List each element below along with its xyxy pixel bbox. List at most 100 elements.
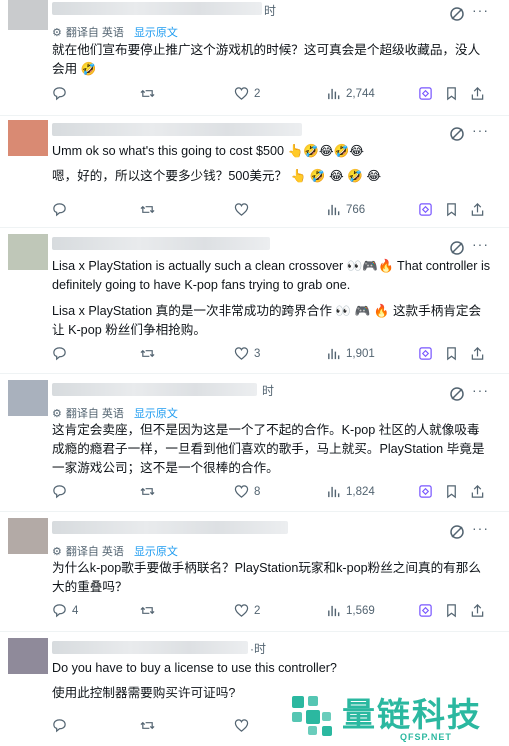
- watermark-subtitle: QFSP.NET: [400, 732, 452, 742]
- grok-icon[interactable]: [449, 386, 465, 402]
- views-button[interactable]: 766: [326, 202, 365, 217]
- views-icon: [328, 605, 340, 617]
- watermark: 量链科技 QFSP.NET: [280, 688, 509, 746]
- retweet-icon: [140, 721, 155, 730]
- grok-button[interactable]: [418, 346, 433, 361]
- watermark-logo: [292, 696, 332, 736]
- grok-icon[interactable]: [449, 6, 465, 22]
- reply-button[interactable]: [52, 86, 72, 101]
- avatar[interactable]: [8, 638, 48, 674]
- more-icon[interactable]: ···: [472, 236, 489, 252]
- views-button[interactable]: 1,824: [326, 484, 375, 499]
- author-name-blurred[interactable]: [52, 521, 288, 534]
- like-button[interactable]: [234, 718, 249, 733]
- grok-button[interactable]: [418, 86, 433, 101]
- more-icon[interactable]: ···: [472, 520, 489, 536]
- reply-button[interactable]: 4: [52, 603, 78, 618]
- grok-button[interactable]: [418, 484, 433, 499]
- timestamp[interactable]: 时: [264, 2, 276, 19]
- reply-button[interactable]: [52, 202, 72, 217]
- reply-tweet[interactable]: ··· Lisa x PlayStation is actually such …: [0, 228, 509, 374]
- more-icon[interactable]: ···: [472, 122, 489, 138]
- views-icon: [328, 348, 340, 360]
- reply-icon: [53, 719, 66, 733]
- tweet-line: Lisa x PlayStation is actually such a cl…: [52, 259, 491, 292]
- reply-button[interactable]: [52, 484, 72, 499]
- share-button[interactable]: [470, 346, 485, 361]
- heart-icon: [234, 485, 249, 498]
- show-original-link[interactable]: 显示原文: [134, 543, 178, 559]
- tweet-actions: 3 1,901: [52, 346, 492, 364]
- more-icon[interactable]: ···: [472, 382, 489, 398]
- grok-icon[interactable]: [449, 240, 465, 256]
- bookmark-button[interactable]: [444, 202, 459, 217]
- like-button[interactable]: 8: [234, 484, 260, 499]
- grok-icon: [419, 485, 432, 498]
- share-button[interactable]: [470, 484, 485, 499]
- tweet-text: 为什么k-pop歌手要做手柄联名？PlayStation玩家和k-pop粉丝之间…: [52, 559, 492, 601]
- avatar[interactable]: [8, 518, 48, 554]
- grok-button[interactable]: [418, 603, 433, 618]
- reply-tweet[interactable]: 时 ··· ⚙ 翻译自 英语 显示原文 就在他们宣布要停止推广这个游戏机的时候？…: [0, 0, 509, 116]
- views-button[interactable]: 1,901: [326, 346, 375, 361]
- share-icon: [471, 347, 484, 360]
- bookmark-button[interactable]: [444, 484, 459, 499]
- tweet-line: 就在他们宣布要停止推广这个游戏机的时候？这可真会是个超级收藏品，没人会用 🤣: [52, 43, 481, 76]
- author-name-blurred[interactable]: [52, 123, 302, 136]
- bookmark-button[interactable]: [444, 603, 459, 618]
- retweet-button[interactable]: [140, 484, 160, 499]
- author-name-blurred[interactable]: [52, 2, 262, 15]
- share-button[interactable]: [470, 603, 485, 618]
- retweet-button[interactable]: [140, 718, 155, 733]
- translation-bar: ⚙ 翻译自 英语 显示原文: [52, 543, 178, 559]
- reply-button[interactable]: [52, 718, 67, 733]
- like-count: 2: [254, 87, 261, 100]
- heart-icon: [234, 203, 249, 216]
- tweet-actions: 4 2 1,569: [52, 603, 492, 621]
- heart-icon: [234, 719, 249, 732]
- reply-tweet[interactable]: 时 ··· ⚙ 翻译自 英语 显示原文 这肯定会卖座，但不是因为这是一个了不起的…: [0, 374, 509, 512]
- reply-icon: [53, 347, 66, 361]
- reply-button[interactable]: [52, 346, 72, 361]
- avatar[interactable]: [8, 0, 48, 30]
- reply-tweet[interactable]: ··· ⚙ 翻译自 英语 显示原文 为什么k-pop歌手要做手柄联名？PlayS…: [0, 512, 509, 632]
- bookmark-button[interactable]: [444, 86, 459, 101]
- like-button[interactable]: [234, 202, 254, 217]
- share-button[interactable]: [470, 202, 485, 217]
- like-button[interactable]: 3: [234, 346, 260, 361]
- translation-label: 翻译自 英语: [65, 27, 124, 39]
- like-button[interactable]: 2: [234, 603, 260, 618]
- author-name-blurred[interactable]: [52, 237, 270, 250]
- reply-icon: [53, 203, 66, 217]
- views-count: 1,569: [346, 604, 375, 617]
- avatar[interactable]: [8, 120, 48, 156]
- timestamp[interactable]: ·时: [250, 640, 266, 657]
- retweet-button[interactable]: [140, 603, 160, 618]
- translation-label: 翻译自 英语: [65, 546, 124, 558]
- more-icon[interactable]: ···: [472, 2, 489, 18]
- like-button[interactable]: 2: [234, 86, 260, 101]
- retweet-button[interactable]: [140, 202, 160, 217]
- views-button[interactable]: 2,744: [326, 86, 375, 101]
- reply-tweet[interactable]: ··· Umm ok so what's this going to cost …: [0, 116, 509, 228]
- translate-icon: ⚙: [52, 545, 62, 558]
- reply-icon: [53, 485, 66, 499]
- retweet-button[interactable]: [140, 86, 160, 101]
- reply-count: 4: [72, 604, 79, 617]
- avatar[interactable]: [8, 380, 48, 416]
- grok-icon[interactable]: [449, 126, 465, 142]
- timestamp[interactable]: 时: [262, 382, 274, 399]
- views-button[interactable]: 1,569: [326, 603, 375, 618]
- show-original-link[interactable]: 显示原文: [134, 405, 178, 421]
- grok-icon[interactable]: [449, 524, 465, 540]
- share-button[interactable]: [470, 86, 485, 101]
- like-count: 2: [254, 604, 261, 617]
- grok-button[interactable]: [418, 202, 433, 217]
- author-name-blurred[interactable]: [52, 383, 257, 396]
- avatar[interactable]: [8, 234, 48, 270]
- share-icon: [471, 87, 484, 100]
- bookmark-button[interactable]: [444, 346, 459, 361]
- show-original-link[interactable]: 显示原文: [134, 24, 178, 40]
- author-name-blurred[interactable]: [52, 641, 248, 654]
- retweet-button[interactable]: [140, 346, 160, 361]
